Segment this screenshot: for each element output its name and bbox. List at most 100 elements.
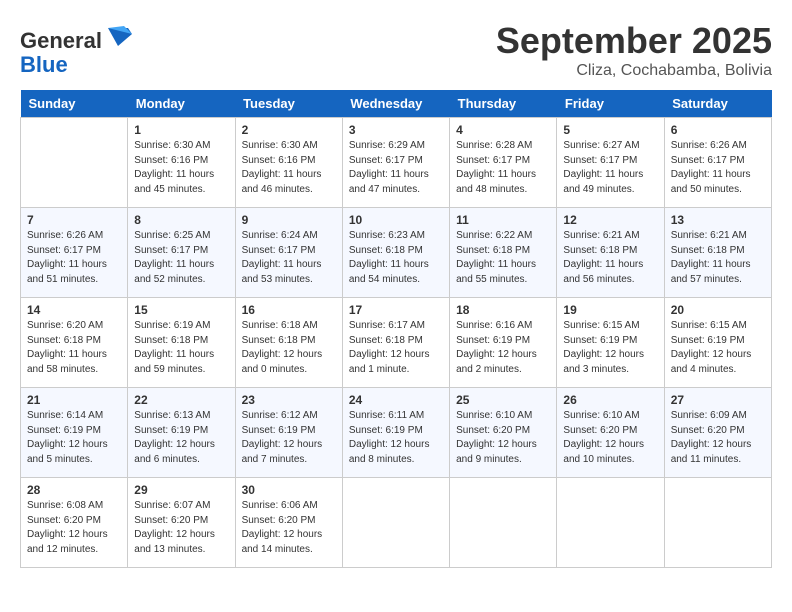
calendar-cell: 24 Sunrise: 6:11 AM Sunset: 6:19 PM Dayli… — [342, 388, 449, 478]
calendar-cell: 27 Sunrise: 6:09 AM Sunset: 6:20 PM Dayli… — [664, 388, 771, 478]
day-info: Sunrise: 6:13 AM Sunset: 6:19 PM Dayligh… — [134, 409, 228, 467]
column-header-saturday: Saturday — [664, 90, 771, 118]
column-header-wednesday: Wednesday — [342, 90, 449, 118]
logo: General Blue — [20, 20, 132, 77]
day-number: 1 — [134, 123, 228, 137]
day-info: Sunrise: 6:10 AM Sunset: 6:20 PM Dayligh… — [563, 409, 657, 467]
day-info: Sunrise: 6:29 AM Sunset: 6:17 PM Dayligh… — [349, 139, 443, 197]
day-info: Sunrise: 6:30 AM Sunset: 6:16 PM Dayligh… — [242, 139, 336, 197]
day-info: Sunrise: 6:08 AM Sunset: 6:20 PM Dayligh… — [27, 499, 121, 557]
day-number: 23 — [242, 393, 336, 407]
day-info: Sunrise: 6:15 AM Sunset: 6:19 PM Dayligh… — [563, 319, 657, 377]
day-number: 15 — [134, 303, 228, 317]
day-number: 11 — [456, 213, 550, 227]
day-number: 7 — [27, 213, 121, 227]
day-number: 19 — [563, 303, 657, 317]
day-number: 3 — [349, 123, 443, 137]
day-number: 26 — [563, 393, 657, 407]
calendar-cell: 25 Sunrise: 6:10 AM Sunset: 6:20 PM Dayli… — [450, 388, 557, 478]
day-number: 9 — [242, 213, 336, 227]
month-title: September 2025 — [496, 20, 772, 62]
day-number: 10 — [349, 213, 443, 227]
calendar-cell: 12 Sunrise: 6:21 AM Sunset: 6:18 PM Dayli… — [557, 208, 664, 298]
title-block: September 2025 Cliza, Cochabamba, Bolivi… — [496, 20, 772, 80]
calendar-cell: 4Sunrise: 6:28 AM Sunset: 6:17 PM Daylig… — [450, 118, 557, 208]
day-info: Sunrise: 6:06 AM Sunset: 6:20 PM Dayligh… — [242, 499, 336, 557]
day-info: Sunrise: 6:14 AM Sunset: 6:19 PM Dayligh… — [27, 409, 121, 467]
day-number: 25 — [456, 393, 550, 407]
week-row-1: 1 Sunrise: 6:30 AM Sunset: 6:16 PM Daylig… — [21, 118, 772, 208]
calendar-table: SundayMondayTuesdayWednesdayThursdayFrid… — [20, 90, 772, 568]
calendar-cell: 9Sunrise: 6:24 AM Sunset: 6:17 PM Daylig… — [235, 208, 342, 298]
page-header: General Blue September 2025 Cliza, Cocha… — [20, 20, 772, 80]
day-info: Sunrise: 6:17 AM Sunset: 6:18 PM Dayligh… — [349, 319, 443, 377]
calendar-cell: 15 Sunrise: 6:19 AM Sunset: 6:18 PM Dayli… — [128, 298, 235, 388]
day-number: 24 — [349, 393, 443, 407]
day-number: 27 — [671, 393, 765, 407]
calendar-cell: 26 Sunrise: 6:10 AM Sunset: 6:20 PM Dayli… — [557, 388, 664, 478]
day-info: Sunrise: 6:18 AM Sunset: 6:18 PM Dayligh… — [242, 319, 336, 377]
calendar-cell: 17 Sunrise: 6:17 AM Sunset: 6:18 PM Dayli… — [342, 298, 449, 388]
calendar-cell: 13Sunrise: 6:21 AM Sunset: 6:18 PM Dayli… — [664, 208, 771, 298]
day-number: 28 — [27, 483, 121, 497]
day-number: 4 — [456, 123, 550, 137]
day-info: Sunrise: 6:11 AM Sunset: 6:19 PM Dayligh… — [349, 409, 443, 467]
calendar-cell: 7 Sunrise: 6:26 AM Sunset: 6:17 PM Daylig… — [21, 208, 128, 298]
calendar-cell: 29Sunrise: 6:07 AM Sunset: 6:20 PM Dayli… — [128, 478, 235, 568]
column-header-tuesday: Tuesday — [235, 90, 342, 118]
day-info: Sunrise: 6:22 AM Sunset: 6:18 PM Dayligh… — [456, 229, 550, 287]
day-number: 29 — [134, 483, 228, 497]
calendar-cell: 5 Sunrise: 6:27 AM Sunset: 6:17 PM Daylig… — [557, 118, 664, 208]
calendar-cell: 22 Sunrise: 6:13 AM Sunset: 6:19 PM Dayli… — [128, 388, 235, 478]
calendar-cell: 6 Sunrise: 6:26 AM Sunset: 6:17 PM Daylig… — [664, 118, 771, 208]
day-info: Sunrise: 6:15 AM Sunset: 6:19 PM Dayligh… — [671, 319, 765, 377]
day-number: 8 — [134, 213, 228, 227]
calendar-cell: 10 Sunrise: 6:23 AM Sunset: 6:18 PM Dayli… — [342, 208, 449, 298]
calendar-cell: 8 Sunrise: 6:25 AM Sunset: 6:17 PM Daylig… — [128, 208, 235, 298]
calendar-cell: 18 Sunrise: 6:16 AM Sunset: 6:19 PM Dayli… — [450, 298, 557, 388]
calendar-cell: 14Sunrise: 6:20 AM Sunset: 6:18 PM Dayli… — [21, 298, 128, 388]
day-info: Sunrise: 6:23 AM Sunset: 6:18 PM Dayligh… — [349, 229, 443, 287]
week-row-3: 14Sunrise: 6:20 AM Sunset: 6:18 PM Dayli… — [21, 298, 772, 388]
calendar-cell — [664, 478, 771, 568]
day-info: Sunrise: 6:21 AM Sunset: 6:18 PM Dayligh… — [671, 229, 765, 287]
day-info: Sunrise: 6:12 AM Sunset: 6:19 PM Dayligh… — [242, 409, 336, 467]
day-info: Sunrise: 6:10 AM Sunset: 6:20 PM Dayligh… — [456, 409, 550, 467]
day-info: Sunrise: 6:19 AM Sunset: 6:18 PM Dayligh… — [134, 319, 228, 377]
calendar-cell: 20 Sunrise: 6:15 AM Sunset: 6:19 PM Dayli… — [664, 298, 771, 388]
calendar-header-row: SundayMondayTuesdayWednesdayThursdayFrid… — [21, 90, 772, 118]
logo-blue-text: Blue — [20, 52, 68, 77]
day-number: 12 — [563, 213, 657, 227]
calendar-cell — [557, 478, 664, 568]
day-number: 16 — [242, 303, 336, 317]
day-info: Sunrise: 6:25 AM Sunset: 6:17 PM Dayligh… — [134, 229, 228, 287]
day-number: 17 — [349, 303, 443, 317]
day-info: Sunrise: 6:27 AM Sunset: 6:17 PM Dayligh… — [563, 139, 657, 197]
day-info: Sunrise: 6:16 AM Sunset: 6:19 PM Dayligh… — [456, 319, 550, 377]
calendar-cell: 23 Sunrise: 6:12 AM Sunset: 6:19 PM Dayli… — [235, 388, 342, 478]
calendar-cell: 30 Sunrise: 6:06 AM Sunset: 6:20 PM Dayli… — [235, 478, 342, 568]
column-header-sunday: Sunday — [21, 90, 128, 118]
calendar-body: 1 Sunrise: 6:30 AM Sunset: 6:16 PM Daylig… — [21, 118, 772, 568]
calendar-cell: 2Sunrise: 6:30 AM Sunset: 6:16 PM Daylig… — [235, 118, 342, 208]
day-info: Sunrise: 6:21 AM Sunset: 6:18 PM Dayligh… — [563, 229, 657, 287]
logo-icon — [104, 20, 132, 48]
calendar-cell: 16 Sunrise: 6:18 AM Sunset: 6:18 PM Dayli… — [235, 298, 342, 388]
day-info: Sunrise: 6:09 AM Sunset: 6:20 PM Dayligh… — [671, 409, 765, 467]
day-number: 22 — [134, 393, 228, 407]
day-number: 5 — [563, 123, 657, 137]
logo-general-text: General — [20, 28, 102, 53]
column-header-friday: Friday — [557, 90, 664, 118]
location-title: Cliza, Cochabamba, Bolivia — [496, 62, 772, 80]
day-info: Sunrise: 6:26 AM Sunset: 6:17 PM Dayligh… — [27, 229, 121, 287]
day-info: Sunrise: 6:26 AM Sunset: 6:17 PM Dayligh… — [671, 139, 765, 197]
day-number: 21 — [27, 393, 121, 407]
calendar-cell — [450, 478, 557, 568]
day-number: 18 — [456, 303, 550, 317]
day-number: 30 — [242, 483, 336, 497]
week-row-2: 7 Sunrise: 6:26 AM Sunset: 6:17 PM Daylig… — [21, 208, 772, 298]
day-number: 20 — [671, 303, 765, 317]
day-info: Sunrise: 6:30 AM Sunset: 6:16 PM Dayligh… — [134, 139, 228, 197]
day-number: 6 — [671, 123, 765, 137]
calendar-cell — [342, 478, 449, 568]
